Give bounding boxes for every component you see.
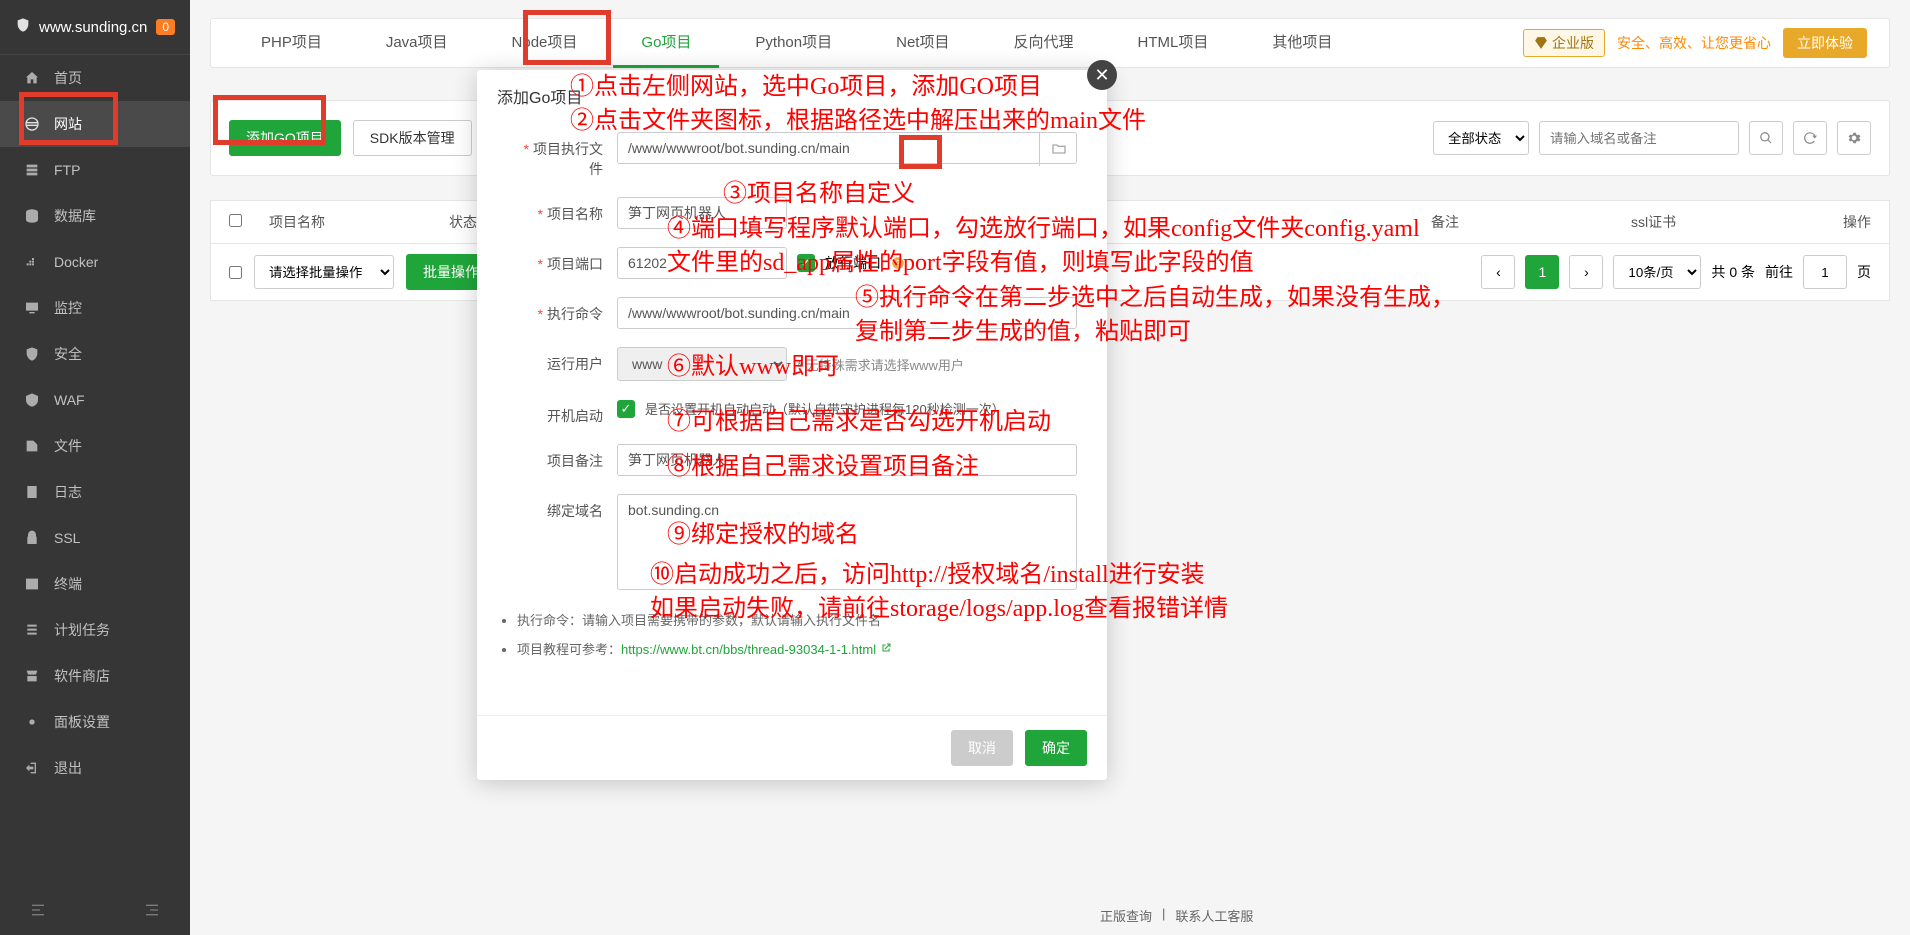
- label-exec-file: 项目执行文件: [533, 141, 603, 177]
- label-domain: 绑定域名: [547, 503, 603, 519]
- autostart-desc: 是否设置开机自动启动（默认自带守护进程每120秒检测一次）: [645, 399, 1005, 418]
- svg-text:?: ?: [896, 259, 901, 268]
- label-port: 项目端口: [547, 256, 603, 272]
- label-project-name: 项目名称: [547, 206, 603, 222]
- confirm-button[interactable]: 确定: [1025, 730, 1087, 766]
- add-go-project-modal: ✕ 添加Go项目 *项目执行文件 *项目名称 *项目端口 ✓ 放行端口 ? *执…: [477, 70, 1107, 780]
- port-input[interactable]: [617, 247, 787, 279]
- release-port-label: 放行端口: [825, 253, 881, 273]
- footer-links: 正版查询 | 联系人工客服: [1100, 906, 1253, 925]
- project-name-input[interactable]: [617, 197, 787, 229]
- external-link-icon: [880, 642, 892, 654]
- footer-link-genuine[interactable]: 正版查询: [1100, 906, 1152, 925]
- folder-picker-button[interactable]: [1039, 132, 1077, 166]
- tutorial-link[interactable]: https://www.bt.cn/bbs/thread-93034-1-1.h…: [621, 642, 876, 657]
- user-select[interactable]: www: [617, 347, 787, 381]
- cmd-input[interactable]: [617, 297, 1077, 329]
- modal-notes: 执行命令：请输入项目需要携带的参数，默认请输入执行文件名 项目教程可参考：htt…: [477, 590, 1107, 688]
- modal-title: 添加Go项目: [477, 70, 1107, 122]
- cancel-button[interactable]: 取消: [951, 730, 1013, 766]
- remark-input[interactable]: [617, 444, 1077, 476]
- exec-file-input[interactable]: [617, 132, 1077, 164]
- domain-textarea[interactable]: [617, 494, 1077, 590]
- help-icon[interactable]: ?: [891, 256, 905, 270]
- folder-icon: [1051, 141, 1067, 157]
- note-cmd: 执行命令：请输入项目需要携带的参数，默认请输入执行文件名: [517, 610, 1067, 629]
- note-tutorial: 项目教程可参考：https://www.bt.cn/bbs/thread-930…: [517, 639, 1067, 658]
- label-remark: 项目备注: [547, 453, 603, 469]
- label-user: 运行用户: [547, 356, 603, 372]
- footer-link-support[interactable]: 联系人工客服: [1175, 906, 1253, 925]
- user-hint: * 无特殊需求请选择www用户: [797, 355, 964, 374]
- label-cmd: 执行命令: [547, 306, 603, 322]
- release-port-checkbox[interactable]: ✓: [797, 254, 815, 272]
- modal-close-button[interactable]: ✕: [1087, 60, 1117, 90]
- label-autostart: 开机启动: [547, 408, 603, 424]
- autostart-checkbox[interactable]: ✓: [617, 400, 635, 418]
